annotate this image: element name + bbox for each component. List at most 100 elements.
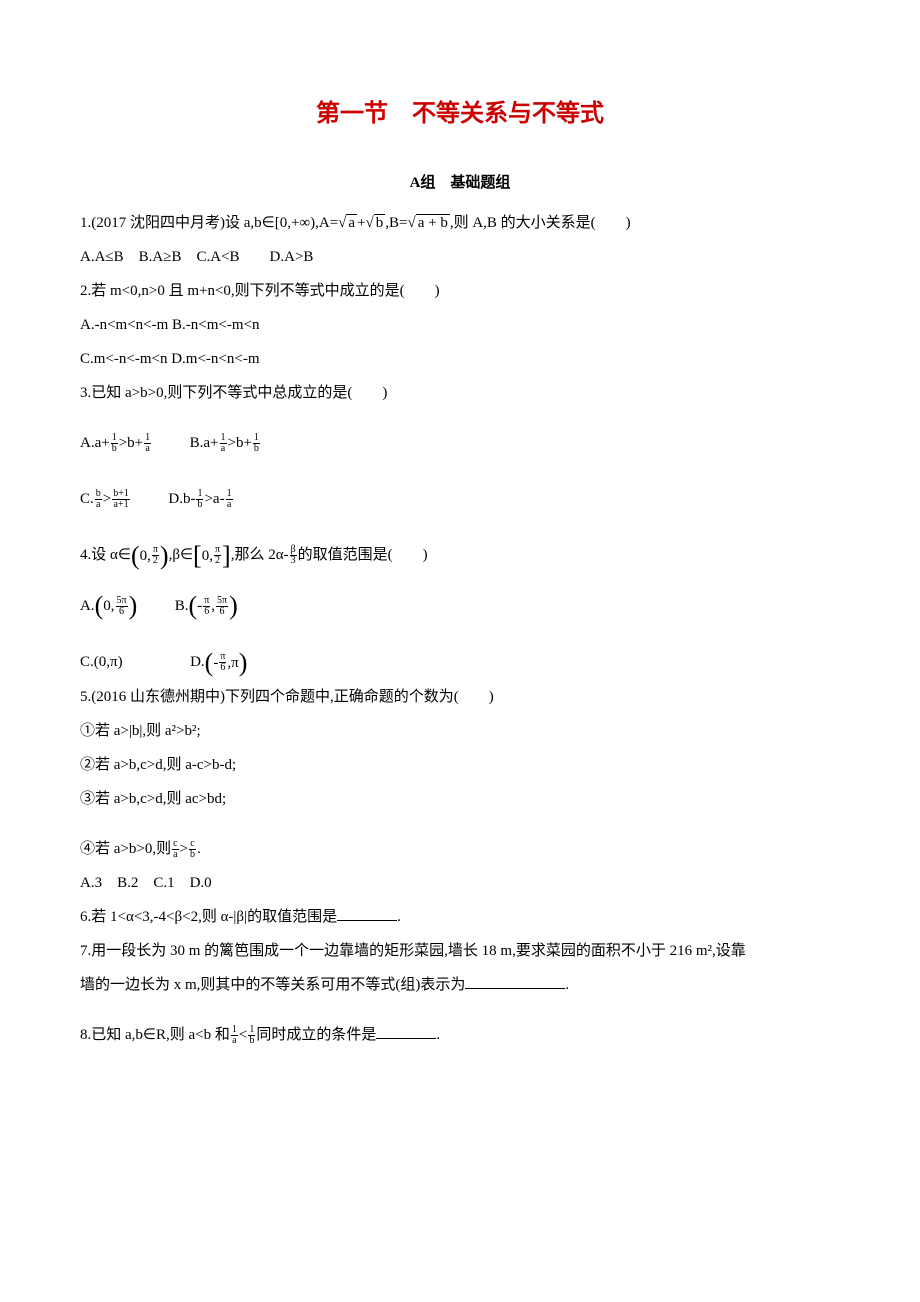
lparen-icon: ( <box>95 593 104 619</box>
opt-a-pre: A.a+ <box>80 435 110 451</box>
interval-2: [0,π2] <box>193 541 231 571</box>
frac: 1b <box>111 433 118 454</box>
fill-blank[interactable] <box>376 1023 436 1039</box>
num: 5π <box>216 596 228 607</box>
text: . <box>565 977 569 993</box>
frac: ca <box>172 839 178 860</box>
frac: 1a <box>231 1025 238 1046</box>
question-4: 4.设 α∈(0,π2),β∈[0,π2],那么 2α-β3的取值范围是( ) <box>80 540 840 571</box>
interval: (-π6,5π6) <box>189 591 238 621</box>
question-6: 6.若 1<α<3,-4<β<2,则 α-|β|的取值范围是. <box>80 902 840 932</box>
den: a <box>144 444 151 454</box>
text: . <box>436 1027 440 1043</box>
text: . <box>197 841 201 857</box>
sqrt-b: b <box>366 208 386 238</box>
text: 0, <box>202 541 213 571</box>
rparen-icon: ) <box>129 593 138 619</box>
radicand: b <box>374 214 386 231</box>
rparen-icon: ) <box>160 543 169 569</box>
den: 3 <box>290 556 297 566</box>
text: ④若 a>b>0,则 <box>80 841 171 857</box>
opt-c: C.(0,π) <box>80 654 123 670</box>
den: a <box>226 500 233 510</box>
den: b <box>189 850 196 860</box>
den: 6 <box>203 607 210 617</box>
q5-p1: ①若 a>|b|,则 a²>b²; <box>80 716 840 746</box>
q4-row1: A.(0,5π6) B.(-π6,5π6) <box>80 591 840 622</box>
frac: b+1a+1 <box>112 489 130 510</box>
text: >b+ <box>228 435 252 451</box>
den: a <box>172 850 178 860</box>
q1-options: A.A≤B B.A≥B C.A<B D.A>B <box>80 242 840 272</box>
opt-c-pre: C. <box>80 491 94 507</box>
frac: cb <box>189 839 196 860</box>
text: 8.已知 a,b∈R,则 a<b 和 <box>80 1027 230 1043</box>
text: >b+ <box>119 435 143 451</box>
opt-b-pre: B.a+ <box>190 435 219 451</box>
fill-blank[interactable] <box>465 973 565 989</box>
radicand: a + b <box>416 214 450 231</box>
sqrt-ab: a + b <box>407 208 449 238</box>
den: b <box>196 500 203 510</box>
frac: π2 <box>152 545 159 566</box>
q5-p4: ④若 a>b>0,则ca>cb. <box>80 834 840 864</box>
question-1: 1.(2017 沈阳四中月考)设 a,b∈[0,+∞),A=a+b,B=a + … <box>80 208 840 238</box>
lparen-icon: ( <box>205 650 214 676</box>
q5-p2: ②若 a>b,c>d,则 a-c>b-d; <box>80 750 840 780</box>
q2-options-ab: A.-n<m<n<-m B.-n<m<-m<n <box>80 310 840 340</box>
neg: - <box>197 591 202 621</box>
q3-row1: A.a+1b>b+1a B.a+1a>b+1b <box>80 428 840 458</box>
den: b <box>248 1036 255 1046</box>
frac: 1b <box>253 433 260 454</box>
text: ,π <box>227 648 238 678</box>
text: 的取值范围是( ) <box>298 547 428 563</box>
rparen-icon: ) <box>229 593 238 619</box>
text: > <box>103 491 111 507</box>
fill-blank[interactable] <box>337 905 397 921</box>
interval: (-π6,π) <box>205 648 248 678</box>
text: 0, <box>140 541 151 571</box>
den: a <box>95 500 102 510</box>
question-8: 8.已知 a,b∈R,则 a<b 和1a<1b同时成立的条件是. <box>80 1020 840 1050</box>
lparen-icon: ( <box>189 593 198 619</box>
q4-row2: C.(0,π) D.(-π6,π) <box>80 647 840 678</box>
opt-b-pre: B. <box>175 598 189 614</box>
text: 墙的一边长为 x m,则其中的不等关系可用不等式(组)表示为 <box>80 977 465 993</box>
den: 6 <box>116 607 128 617</box>
text: ,那么 2α- <box>231 547 289 563</box>
frac: 1b <box>248 1025 255 1046</box>
section-subtitle: A组 基础题组 <box>80 168 840 198</box>
text: ,B= <box>385 215 407 231</box>
text: > <box>180 841 188 857</box>
text: ,则 A,B 的大小关系是( ) <box>450 215 631 231</box>
text: 6.若 1<α<3,-4<β<2,则 α-|β|的取值范围是 <box>80 909 337 925</box>
interval: (0,5π6) <box>95 591 138 621</box>
den: 6 <box>219 663 226 673</box>
den: b <box>253 444 260 454</box>
frac: 1a <box>226 489 233 510</box>
neg: - <box>213 648 218 678</box>
text: < <box>239 1027 247 1043</box>
den: a+1 <box>112 500 130 510</box>
text: >a- <box>204 491 224 507</box>
den: 2 <box>214 556 221 566</box>
den: a <box>231 1036 238 1046</box>
interval-1: (0,π2) <box>131 541 169 571</box>
frac: π6 <box>203 596 210 617</box>
den: 2 <box>152 556 159 566</box>
radicand: a <box>346 214 357 231</box>
num: π <box>203 596 210 607</box>
frac: 5π6 <box>116 596 128 617</box>
frac: β3 <box>290 545 297 566</box>
question-3: 3.已知 a>b>0,则下列不等式中总成立的是( ) <box>80 378 840 408</box>
frac: 5π6 <box>216 596 228 617</box>
frac: 1a <box>144 433 151 454</box>
opt-b: B.-n<m<-m<n <box>172 317 259 333</box>
q2-options-cd: C.m<-n<-m<n D.m<-n<n<-m <box>80 344 840 374</box>
den: a <box>220 444 227 454</box>
opt-a-pre: A. <box>80 598 95 614</box>
text: . <box>397 909 401 925</box>
frac: ba <box>95 489 102 510</box>
frac: π6 <box>219 652 226 673</box>
opt-d-pre: D.b- <box>168 491 195 507</box>
